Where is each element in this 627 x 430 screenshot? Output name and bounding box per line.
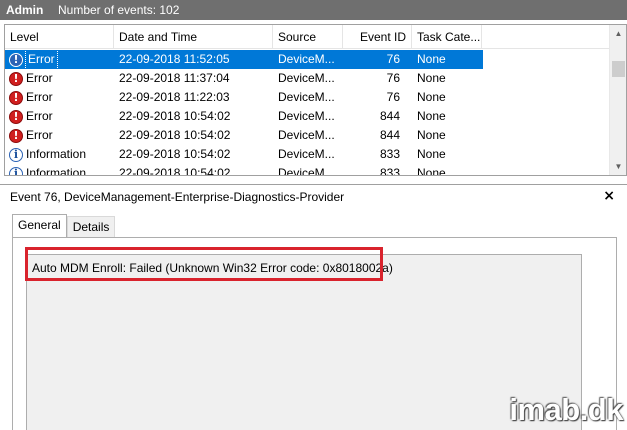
- event-rows: ! Error 22-09-2018 11:52:05 DeviceM... 7…: [5, 50, 610, 176]
- log-name: Admin: [6, 3, 44, 17]
- row-level: ! Error: [5, 69, 114, 88]
- event-count: Number of events: 102: [58, 3, 180, 17]
- row-event-id: 76: [386, 90, 400, 104]
- row-date: 22-09-2018 10:54:02: [119, 147, 231, 161]
- row-source: DeviceM...: [278, 52, 335, 66]
- row-task: None: [417, 52, 446, 66]
- events-list[interactable]: Level Date and Time Source Event ID Task…: [4, 24, 627, 176]
- table-row[interactable]: i Information 22-09-2018 10:54:02 Device…: [5, 145, 610, 164]
- log-header-bar: Admin Number of events: 102: [0, 0, 627, 20]
- row-event-id: 844: [379, 128, 400, 142]
- row-level: ! Error: [5, 126, 114, 145]
- row-event-id: 833: [379, 147, 400, 161]
- row-level: ! Error: [5, 107, 114, 126]
- row-event-id: 833: [379, 166, 400, 176]
- row-date: 22-09-2018 11:22:03: [119, 90, 230, 104]
- column-header-date[interactable]: Date and Time: [114, 25, 273, 49]
- table-row[interactable]: ! Error 22-09-2018 10:54:02 DeviceM... 8…: [5, 107, 610, 126]
- tab-general[interactable]: General: [12, 214, 67, 238]
- row-date: 22-09-2018 11:52:05: [119, 52, 230, 66]
- row-source: DeviceM...: [278, 71, 335, 85]
- row-event-id: 76: [386, 71, 400, 85]
- row-task: None: [417, 128, 446, 142]
- event-message-box[interactable]: Auto MDM Enroll: Failed (Unknown Win32 E…: [26, 254, 582, 430]
- error-icon: !: [9, 90, 23, 105]
- row-source: DeviceM...: [278, 166, 335, 176]
- detail-tabs: General Details: [12, 214, 116, 238]
- row-level: i Information: [5, 164, 114, 175]
- row-date: 22-09-2018 10:54:02: [119, 128, 231, 142]
- column-header-source[interactable]: Source: [273, 25, 343, 49]
- close-icon[interactable]: ×: [603, 188, 615, 204]
- row-event-id: 76: [386, 52, 400, 66]
- info-icon: i: [9, 147, 23, 162]
- row-task: None: [417, 90, 446, 104]
- error-icon: !: [9, 52, 23, 67]
- list-header: Level Date and Time Source Event ID Task…: [5, 25, 610, 49]
- event-message: Auto MDM Enroll: Failed (Unknown Win32 E…: [32, 261, 393, 275]
- row-level: ! Error: [5, 50, 114, 69]
- info-icon: i: [9, 166, 23, 175]
- tab-details[interactable]: Details: [66, 216, 116, 238]
- row-level: ! Error: [5, 88, 114, 107]
- scroll-thumb[interactable]: [612, 61, 625, 77]
- row-event-id: 844: [379, 109, 400, 123]
- table-row[interactable]: ! Error 22-09-2018 11:37:04 DeviceM... 7…: [5, 69, 610, 88]
- row-level: i Information: [5, 145, 114, 164]
- row-date: 22-09-2018 10:54:02: [119, 166, 231, 176]
- row-source: DeviceM...: [278, 147, 335, 161]
- column-header-event-id[interactable]: Event ID: [343, 25, 412, 49]
- table-row[interactable]: ! Error 22-09-2018 10:54:02 DeviceM... 8…: [5, 126, 610, 145]
- table-row[interactable]: ! Error 22-09-2018 11:52:05 DeviceM... 7…: [5, 50, 483, 69]
- row-task: None: [417, 71, 446, 85]
- error-icon: !: [9, 128, 23, 143]
- row-task: None: [417, 166, 446, 176]
- row-date: 22-09-2018 11:37:04: [119, 71, 230, 85]
- row-source: DeviceM...: [278, 109, 335, 123]
- error-icon: !: [9, 109, 23, 124]
- row-task: None: [417, 147, 446, 161]
- table-row[interactable]: i Information 22-09-2018 10:54:02 Device…: [5, 164, 610, 176]
- vertical-scrollbar[interactable]: ▲ ▼: [609, 25, 626, 175]
- row-date: 22-09-2018 10:54:02: [119, 109, 231, 123]
- watermark: imab.dk: [509, 392, 623, 427]
- scroll-down-arrow-icon[interactable]: ▼: [610, 158, 626, 175]
- row-source: DeviceM...: [278, 128, 335, 142]
- row-source: DeviceM...: [278, 90, 335, 104]
- row-task: None: [417, 109, 446, 123]
- column-header-task[interactable]: Task Cate...: [412, 25, 482, 49]
- scroll-up-arrow-icon[interactable]: ▲: [610, 25, 626, 42]
- table-row[interactable]: ! Error 22-09-2018 11:22:03 DeviceM... 7…: [5, 88, 610, 107]
- error-icon: !: [9, 71, 23, 86]
- column-header-level[interactable]: Level: [5, 25, 114, 49]
- detail-title: Event 76, DeviceManagement-Enterprise-Di…: [10, 190, 345, 204]
